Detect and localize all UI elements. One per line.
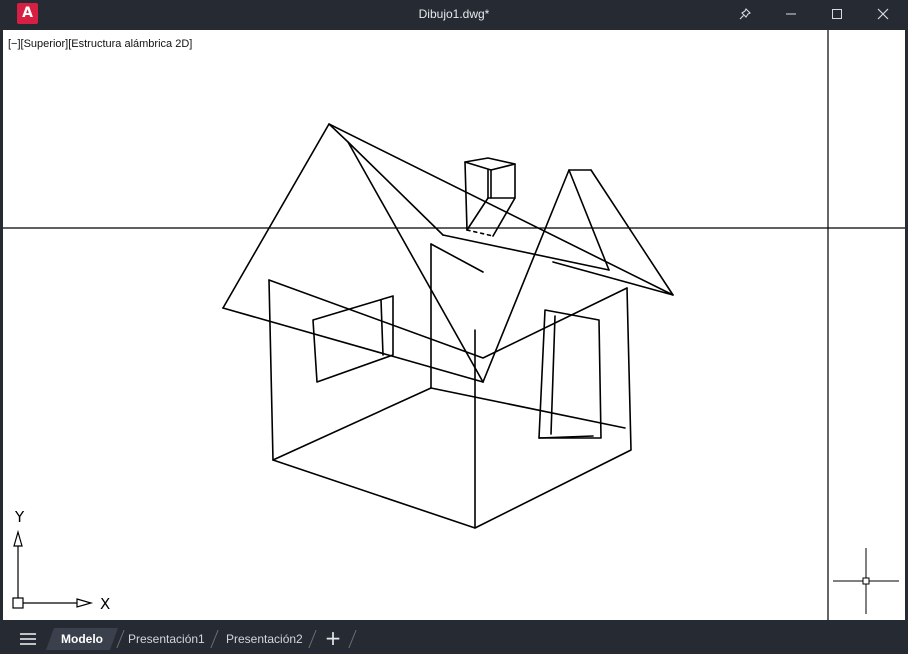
- tab-separator: [210, 630, 219, 648]
- layout-tabs-bar: Modelo Presentación1 Presentación2 +: [0, 622, 908, 654]
- house-walls: [268, 243, 632, 529]
- close-button[interactable]: [860, 0, 906, 28]
- app-window: A Dibujo1.dwg* Y X [−][Superior][Estruct…: [0, 0, 908, 654]
- tab-separator: [308, 630, 317, 648]
- add-layout-icon[interactable]: +: [322, 627, 344, 649]
- door: [538, 309, 602, 439]
- house-wireframe-drawing[interactable]: Y X: [3, 30, 905, 620]
- maximize-button[interactable]: [814, 0, 860, 28]
- hamburger-menu-icon: [20, 633, 36, 645]
- ucs-icon: [12, 529, 94, 609]
- ucs-x-label: X: [100, 595, 110, 613]
- tab-separator: [348, 630, 357, 648]
- ucs-y-label: Y: [14, 508, 25, 526]
- minimize-icon: [786, 13, 796, 15]
- app-logo-icon[interactable]: A: [17, 3, 38, 24]
- menu-button[interactable]: [14, 628, 42, 650]
- viewport-controls-label[interactable]: [−][Superior][Estructura alámbrica 2D]: [8, 38, 192, 50]
- tab-modelo[interactable]: Modelo: [46, 628, 118, 650]
- maximize-icon: [832, 9, 842, 19]
- title-bar[interactable]: A Dibujo1.dwg*: [0, 0, 908, 28]
- minimize-button[interactable]: [768, 0, 814, 28]
- close-icon: [877, 8, 889, 20]
- chimney: [464, 157, 516, 237]
- pin-button[interactable]: [722, 0, 768, 28]
- tab-presentacion2[interactable]: Presentación2: [226, 628, 303, 650]
- pin-icon: [739, 8, 751, 20]
- pickbox-cursor-icon: [833, 548, 899, 614]
- tab-separator: [116, 630, 125, 648]
- tab-presentacion1[interactable]: Presentación1: [128, 628, 205, 650]
- window: [312, 295, 394, 383]
- drawing-area[interactable]: Y X [−][Superior][Estructura alámbrica 2…: [3, 30, 905, 620]
- crosshair-cursor: [3, 30, 905, 620]
